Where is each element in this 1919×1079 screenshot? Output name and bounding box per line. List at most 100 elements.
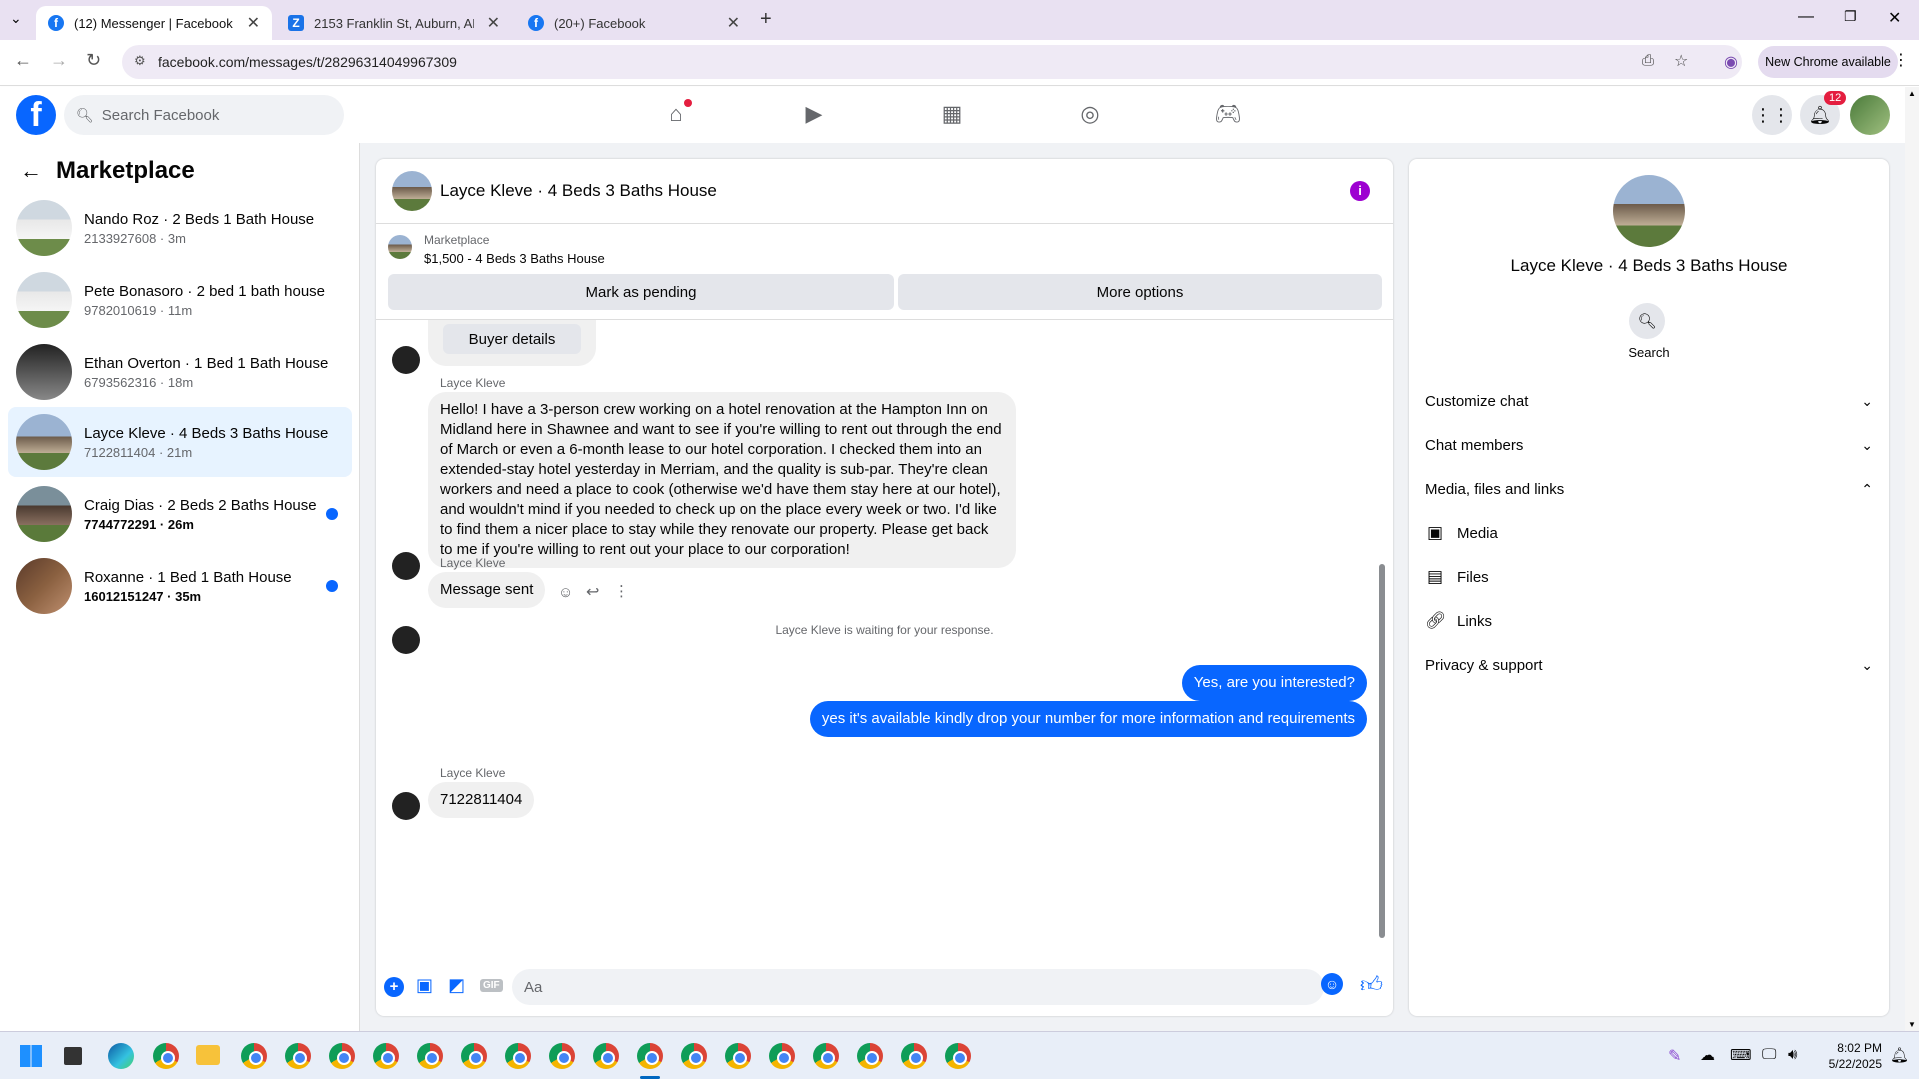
profile-icon[interactable]: ◉ <box>1724 52 1738 72</box>
files-row[interactable]: ▤ Files <box>1425 555 1489 599</box>
chrome-icon[interactable] <box>241 1043 267 1069</box>
chrome-update-button[interactable]: New Chrome available <box>1758 46 1898 78</box>
listing-thumbnail[interactable] <box>388 235 412 259</box>
account-avatar[interactable] <box>1850 95 1890 135</box>
groups-icon[interactable]: ◎ <box>1076 101 1104 129</box>
gif-icon[interactable]: GIF <box>480 979 503 992</box>
close-tab-icon[interactable]: ✕ <box>487 13 500 33</box>
back-icon[interactable]: ← <box>14 50 32 71</box>
chrome-icon[interactable] <box>153 1043 179 1069</box>
file-explorer-icon[interactable] <box>196 1045 220 1065</box>
avatar[interactable] <box>392 171 432 211</box>
emoji-icon[interactable]: ☺ <box>1321 973 1343 995</box>
restore-icon[interactable]: ❐ <box>1844 8 1857 25</box>
chrome-icon[interactable] <box>725 1043 751 1069</box>
browser-tab-zillow[interactable]: Z 2153 Franklin St, Auburn, AL 36 ✕ <box>276 6 512 40</box>
notifications-button[interactable]: 🔔︎ 12 <box>1800 91 1847 135</box>
chrome-icon[interactable] <box>857 1043 883 1069</box>
conversation-item[interactable]: Ethan Overton · 1 Bed 1 Bath House 679356… <box>8 337 352 407</box>
pen-icon[interactable]: ✎ <box>1668 1046 1681 1066</box>
install-icon[interactable]: ⎙ <box>1642 52 1654 69</box>
chrome-icon[interactable] <box>549 1043 575 1069</box>
chat-title[interactable]: Layce Kleve · 4 Beds 3 Baths House <box>440 181 717 201</box>
chrome-icon[interactable] <box>901 1043 927 1069</box>
close-tab-icon[interactable]: ✕ <box>727 13 740 33</box>
browser-tab-messenger[interactable]: f (12) Messenger | Facebook ✕ <box>36 6 272 40</box>
video-icon[interactable]: ▶ <box>800 101 828 129</box>
clock[interactable]: 8:02 PM 5/22/2025 <box>1818 1040 1882 1072</box>
chrome-icon[interactable] <box>373 1043 399 1069</box>
conversation-item[interactable]: Nando Roz · 2 Beds 1 Bath House 213392760… <box>8 193 352 263</box>
scrollbar-thumb[interactable] <box>1379 564 1385 938</box>
reload-icon[interactable]: ↻ <box>86 50 101 71</box>
privacy-support-row[interactable]: Privacy & support ⌄ <box>1425 643 1873 687</box>
scroll-down-icon[interactable]: ▼ <box>1908 1020 1916 1029</box>
reply-icon[interactable]: ↩ <box>586 582 599 602</box>
chrome-icon-active[interactable] <box>637 1043 663 1069</box>
conversation-item[interactable]: Pete Bonasoro · 2 bed 1 bath house 978201… <box>8 265 352 335</box>
menu-kebab-icon[interactable]: ⋮ <box>1893 50 1909 70</box>
marketplace-icon[interactable]: ▦ <box>938 101 966 129</box>
network-icon[interactable]: 🖵︎ <box>1762 1046 1776 1063</box>
edge-icon[interactable] <box>108 1043 134 1069</box>
close-tab-icon[interactable]: ✕ <box>247 13 260 33</box>
info-icon[interactable]: i <box>1350 181 1370 201</box>
links-row[interactable]: 🔗︎ Links <box>1425 599 1492 643</box>
chrome-icon[interactable] <box>945 1043 971 1069</box>
customize-chat-row[interactable]: Customize chat ⌄ <box>1425 379 1873 423</box>
more-options-button[interactable]: More options <box>898 274 1382 310</box>
volume-icon[interactable]: 🔊︎ <box>1788 1046 1797 1063</box>
new-tab-icon[interactable]: + <box>760 8 772 31</box>
chrome-icon[interactable] <box>593 1043 619 1069</box>
apps-menu-button[interactable]: ⋮⋮ <box>1752 95 1792 135</box>
chrome-icon[interactable] <box>417 1043 443 1069</box>
chrome-icon[interactable] <box>813 1043 839 1069</box>
chrome-icon[interactable] <box>329 1043 355 1069</box>
react-emoji-icon[interactable]: ☺ <box>558 584 573 601</box>
message-bubble[interactable]: Message sent <box>428 572 546 608</box>
conversation-item[interactable]: Roxanne · 1 Bed 1 Bath House 16012151247 … <box>8 551 352 621</box>
sticker-icon[interactable]: ◩ <box>448 975 465 996</box>
start-icon[interactable] <box>20 1045 42 1067</box>
page-scrollbar[interactable]: ▲ ▼ <box>1905 87 1919 1031</box>
mark-pending-button[interactable]: Mark as pending <box>388 274 894 310</box>
facebook-logo-icon[interactable]: f <box>16 95 56 135</box>
home-icon[interactable]: ⌂ <box>662 99 692 129</box>
message-bubble[interactable]: Hello! I have a 3-person crew working on… <box>428 392 1016 568</box>
chat-members-row[interactable]: Chat members ⌄ <box>1425 423 1873 467</box>
back-arrow-icon[interactable]: ← <box>20 158 42 184</box>
tab-list-icon[interactable]: ⌄ <box>10 10 22 27</box>
browser-tab-facebook[interactable]: f (20+) Facebook ✕ <box>516 6 752 40</box>
keyboard-icon[interactable]: ⌨ <box>1730 1046 1752 1064</box>
photo-icon[interactable]: ▣ <box>416 975 433 996</box>
chrome-icon[interactable] <box>681 1043 707 1069</box>
outgoing-message-bubble[interactable]: yes it's available kindly drop your numb… <box>809 701 1367 737</box>
conversation-item[interactable]: Craig Dias · 2 Beds 2 Baths House 7744772… <box>8 479 352 549</box>
listing-price[interactable]: $1,500 - 4 Beds 3 Baths House <box>424 251 605 266</box>
close-window-icon[interactable]: ✕ <box>1888 8 1901 28</box>
media-row[interactable]: ▣ Media <box>1425 511 1498 555</box>
thumbs-up-icon[interactable]: 👍︎ <box>1360 971 1383 998</box>
scrollbar-track[interactable] <box>1378 324 1386 942</box>
media-files-links-row[interactable]: Media, files and links ⌃ <box>1425 467 1873 511</box>
chrome-icon[interactable] <box>505 1043 531 1069</box>
notification-center-icon[interactable]: 🔔︎ <box>1890 1046 1909 1064</box>
chrome-icon[interactable] <box>461 1043 487 1069</box>
gaming-icon[interactable]: 🎮︎ <box>1214 101 1242 129</box>
minimize-icon[interactable]: — <box>1798 8 1814 26</box>
outgoing-message-bubble[interactable]: Yes, are you interested? <box>1181 665 1367 701</box>
message-input[interactable]: Aa <box>512 969 1324 1005</box>
chrome-icon[interactable] <box>285 1043 311 1069</box>
message-bubble[interactable]: 7122811404 <box>428 782 535 818</box>
conversation-item-selected[interactable]: Layce Kleve · 4 Beds 3 Baths House 712281… <box>8 407 352 477</box>
contact-avatar[interactable] <box>1613 175 1685 247</box>
search-chat-button[interactable]: 🔍︎ <box>1629 303 1665 339</box>
url-box[interactable]: ⚙ facebook.com/messages/t/28296314049967… <box>122 45 1742 79</box>
bookmark-star-icon[interactable]: ☆ <box>1674 51 1688 71</box>
more-actions-icon[interactable]: ⋮ <box>614 582 629 600</box>
task-view-icon[interactable] <box>64 1047 82 1065</box>
site-info-icon[interactable]: ⚙ <box>134 53 146 69</box>
chrome-icon[interactable] <box>769 1043 795 1069</box>
cloud-off-icon[interactable]: ☁ <box>1700 1046 1715 1064</box>
add-more-icon[interactable]: + <box>384 977 404 997</box>
